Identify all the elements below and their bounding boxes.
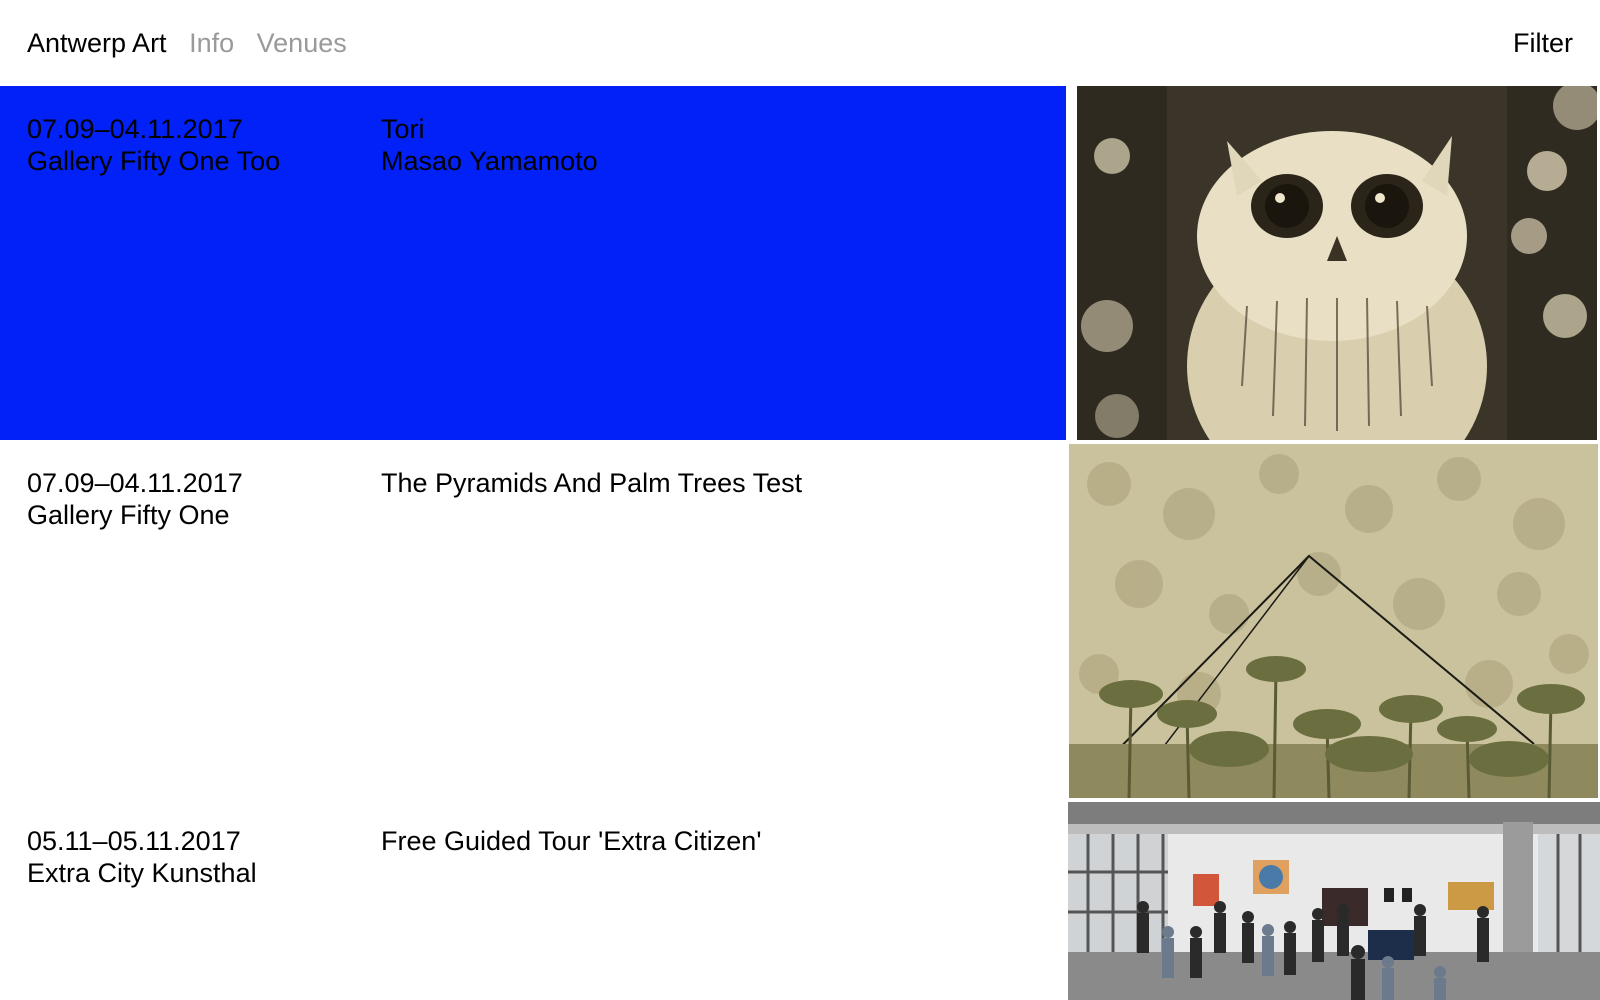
event-dates: 07.09–04.11.2017 xyxy=(27,114,243,144)
event-title: Tori xyxy=(381,114,425,144)
event-venue: Extra City Kunsthal xyxy=(27,858,257,888)
event-details: Tori Masao Yamamoto xyxy=(381,113,598,177)
event-info-panel[interactable]: 05.11–05.11.2017 Extra City Kunsthal Fre… xyxy=(0,798,1066,1000)
event-row[interactable]: 07.09–04.11.2017 Gallery Fifty One Too T… xyxy=(0,86,1600,440)
event-artist: Masao Yamamoto xyxy=(381,146,598,176)
event-image-pyramid[interactable] xyxy=(1069,444,1598,798)
nav-info-link[interactable]: Info xyxy=(189,28,234,58)
event-venue: Gallery Fifty One Too xyxy=(27,146,281,176)
gallery-tour-image xyxy=(1068,802,1600,1000)
event-meta: 05.11–05.11.2017 Extra City Kunsthal xyxy=(27,825,257,889)
event-info-panel[interactable]: 07.09–04.11.2017 Gallery Fifty One Too T… xyxy=(0,86,1066,440)
filter-button[interactable]: Filter xyxy=(1513,27,1573,59)
pyramid-palm-image xyxy=(1069,444,1598,798)
top-bar: Antwerp Art Info Venues Filter xyxy=(0,0,1600,86)
event-image-tour[interactable] xyxy=(1068,802,1600,1000)
event-info-panel[interactable]: 07.09–04.11.2017 Gallery Fifty One The P… xyxy=(0,440,1066,798)
event-meta: 07.09–04.11.2017 Gallery Fifty One xyxy=(27,467,243,531)
event-image-owl[interactable] xyxy=(1077,86,1597,440)
owl-image xyxy=(1077,86,1597,440)
event-meta: 07.09–04.11.2017 Gallery Fifty One Too xyxy=(27,113,280,177)
event-dates: 05.11–05.11.2017 xyxy=(27,826,241,856)
event-row[interactable]: 05.11–05.11.2017 Extra City Kunsthal Fre… xyxy=(0,798,1600,1000)
event-venue: Gallery Fifty One xyxy=(27,500,230,530)
event-title: Free Guided Tour 'Extra Citizen' xyxy=(381,826,762,856)
event-details: The Pyramids And Palm Trees Test xyxy=(381,467,802,499)
brand-link[interactable]: Antwerp Art xyxy=(27,28,167,58)
nav-venues-link[interactable]: Venues xyxy=(257,28,347,58)
event-row[interactable]: 07.09–04.11.2017 Gallery Fifty One The P… xyxy=(0,440,1600,798)
event-dates: 07.09–04.11.2017 xyxy=(27,468,243,498)
event-details: Free Guided Tour 'Extra Citizen' xyxy=(381,825,761,857)
main-nav: Antwerp Art Info Venues xyxy=(27,27,362,59)
event-title: The Pyramids And Palm Trees Test xyxy=(381,468,803,498)
